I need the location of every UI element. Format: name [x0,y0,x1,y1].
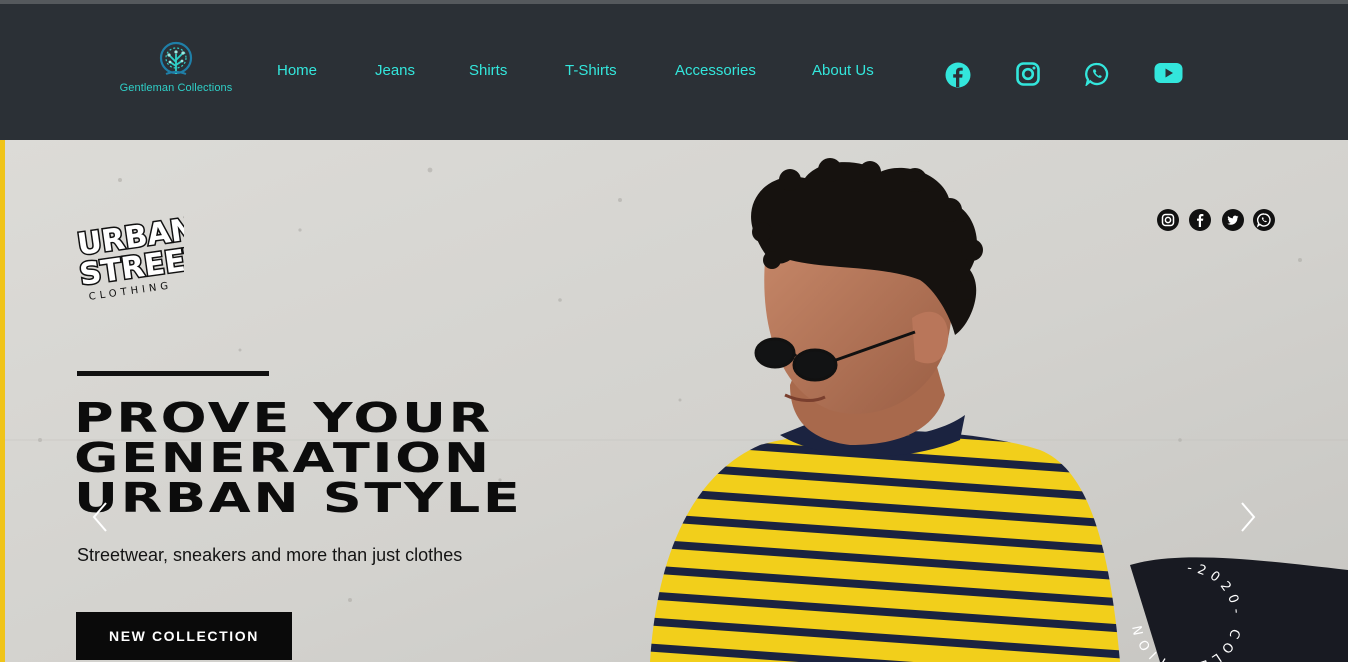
headline-rule [77,371,269,376]
hero-subtitle: Streetwear, sneakers and more than just … [77,545,463,565]
facebook-icon[interactable] [945,62,971,88]
youtube-icon[interactable] [1154,62,1183,84]
hero-slideshow: URBAN STREET CLOTHING PROVE YOUR GENERAT… [0,140,1348,662]
headline-line-1: PROVE YOUR [74,394,493,442]
urban-street-logo: URBAN STREET CLOTHING [74,212,184,303]
whatsapp-icon[interactable] [1085,62,1109,86]
facebook-icon[interactable] [1189,209,1211,231]
next-slide-arrow-icon[interactable] [1236,500,1260,534]
svg-text:-2020- COLLECTION: -2020- COLLECTION [1130,561,1245,662]
tree-logo-icon [159,41,193,75]
headline-line-2: GENERATION [74,434,492,482]
nav-item-jeans[interactable]: Jeans [375,62,415,79]
logo-label: Gentleman Collections [119,82,233,94]
previous-slide-arrow-icon[interactable] [88,500,112,534]
whatsapp-icon[interactable] [1253,209,1275,231]
site-header: Gentleman Collections Home Jeans Shirts … [0,4,1348,140]
hero-accent-bar [0,140,5,662]
nav-item-shirts[interactable]: Shirts [469,62,507,79]
new-collection-button[interactable]: NEW COLLECTION [76,612,292,660]
headline-line-3: URBAN STYLE [74,474,523,522]
hero-headline: PROVE YOUR GENERATION URBAN STYLE [74,394,813,522]
instagram-icon[interactable] [1016,62,1040,86]
collection-2020-badge: -2020- COLLECTION [1130,561,1245,662]
nav-item-about-us[interactable]: About Us [812,62,874,79]
instagram-icon[interactable] [1157,209,1179,231]
site-logo[interactable]: Gentleman Collections [112,40,240,102]
twitter-icon[interactable] [1222,209,1244,231]
nav-item-accessories[interactable]: Accessories [675,62,756,79]
nav-item-t-shirts[interactable]: T-Shirts [565,62,617,79]
nav-item-home[interactable]: Home [277,62,317,79]
